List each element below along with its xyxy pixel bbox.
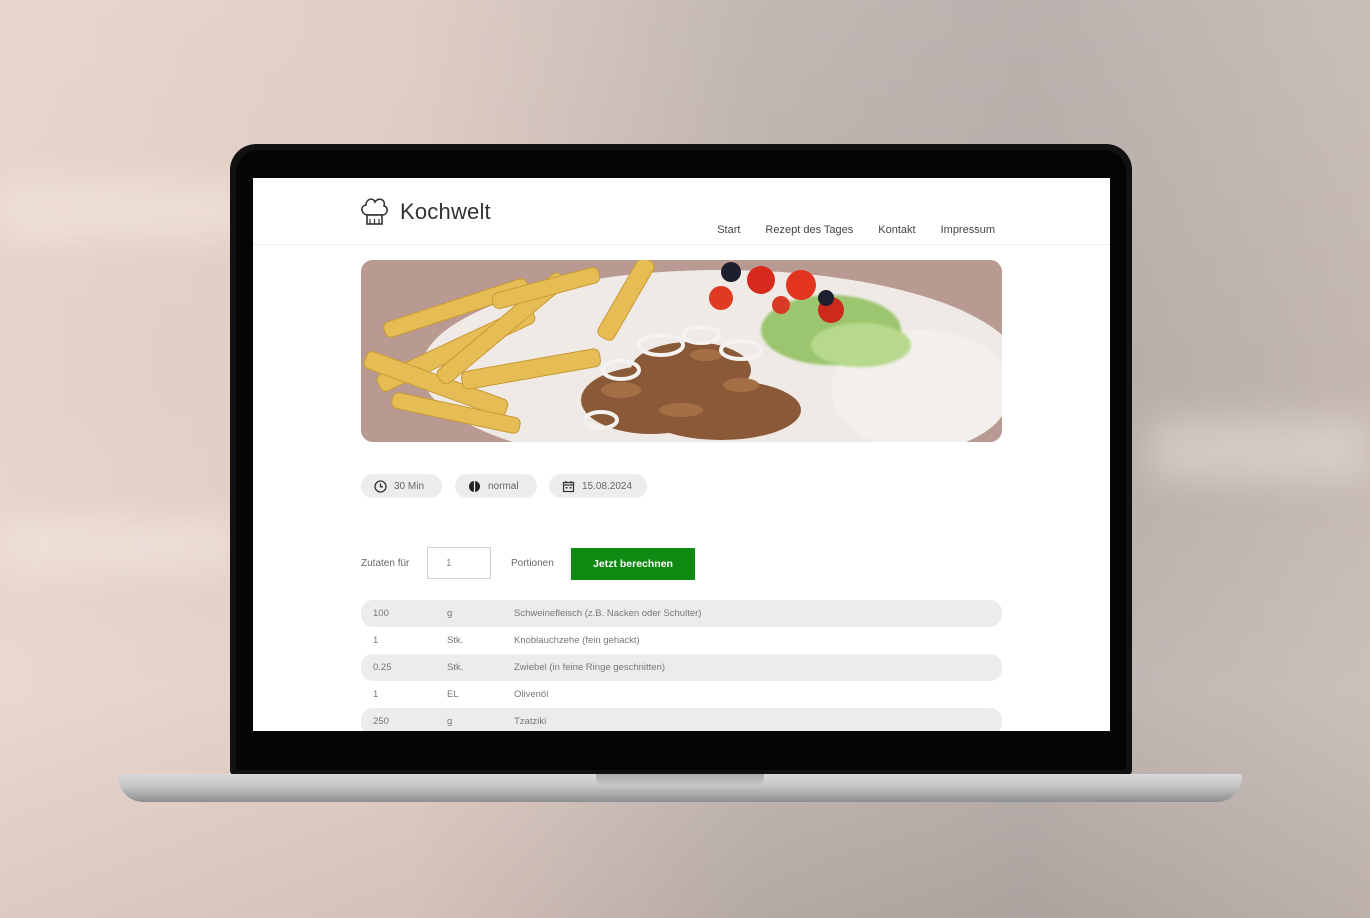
- ingredient-qty: 100: [373, 608, 389, 619]
- portions-label-before: Zutaten für: [361, 558, 410, 569]
- ingredient-name: Zwiebel (in feine Ringe geschnitten): [514, 662, 666, 673]
- light-streak: [1150, 420, 1370, 480]
- ingredient-unit: g: [447, 608, 453, 619]
- laptop-screen: Kochwelt Start Rezept des Tages Kontakt …: [253, 178, 1110, 731]
- ingredient-row: 0.25 Stk. Zwiebel (in feine Ringe geschn…: [361, 654, 1002, 681]
- ingredient-qty: 250: [373, 716, 389, 727]
- ingredient-row: 250 g Tzatziki: [361, 708, 1002, 731]
- site-header: Kochwelt Start Rezept des Tages Kontakt …: [253, 178, 1110, 245]
- nav-item-rezept-des-tages[interactable]: Rezept des Tages: [765, 224, 853, 236]
- ingredient-name: Knoblauchzehe (fein gehackt): [514, 635, 640, 646]
- meta-time: 30 Min: [361, 474, 442, 498]
- light-streak: [0, 180, 260, 240]
- ingredient-unit: Stk.: [447, 635, 464, 646]
- nav-item-start[interactable]: Start: [717, 224, 740, 236]
- nav-item-kontakt[interactable]: Kontakt: [878, 224, 915, 236]
- meta-time-text: 30 Min: [394, 480, 425, 492]
- ingredient-qty: 1: [373, 635, 379, 646]
- ingredient-name: Schweinefleisch (z.B. Nacken oder Schult…: [514, 608, 702, 619]
- meta-date-text: 15.08.2024: [582, 480, 633, 492]
- light-streak: [0, 520, 240, 570]
- ingredient-unit: EL: [447, 689, 459, 700]
- chef-hat-icon[interactable]: [359, 195, 389, 229]
- portions-label-after: Portionen: [511, 558, 554, 569]
- difficulty-icon: [466, 478, 482, 494]
- calendar-icon: [560, 478, 576, 494]
- laptop-notch: [596, 774, 764, 786]
- nav-item-impressum[interactable]: Impressum: [941, 224, 995, 236]
- portions-input[interactable]: [427, 547, 491, 579]
- meta-date: 15.08.2024: [549, 474, 647, 498]
- brand-name[interactable]: Kochwelt: [400, 199, 491, 225]
- meta-difficulty-text: normal: [488, 480, 519, 492]
- ingredients-table: 100 g Schweinefleisch (z.B. Nacken oder …: [361, 600, 1002, 731]
- ingredient-row: 1 EL Olivenöl: [361, 681, 1002, 708]
- ingredient-qty: 0.25: [373, 662, 392, 673]
- meta-difficulty: normal: [455, 474, 537, 498]
- main-nav: Start Rezept des Tages Kontakt Impressum: [692, 224, 995, 236]
- ingredient-name: Olivenöl: [514, 689, 549, 700]
- ingredient-unit: Stk.: [447, 662, 464, 673]
- clock-icon: [372, 478, 388, 494]
- recipe-hero-image: [361, 260, 1002, 442]
- calculate-button[interactable]: Jetzt berechnen: [571, 548, 695, 580]
- ingredient-row: 1 Stk. Knoblauchzehe (fein gehackt): [361, 627, 1002, 654]
- ingredient-qty: 1: [373, 689, 379, 700]
- ingredient-unit: g: [447, 716, 453, 727]
- ingredient-row: 100 g Schweinefleisch (z.B. Nacken oder …: [361, 600, 1002, 627]
- ingredient-name: Tzatziki: [514, 716, 547, 727]
